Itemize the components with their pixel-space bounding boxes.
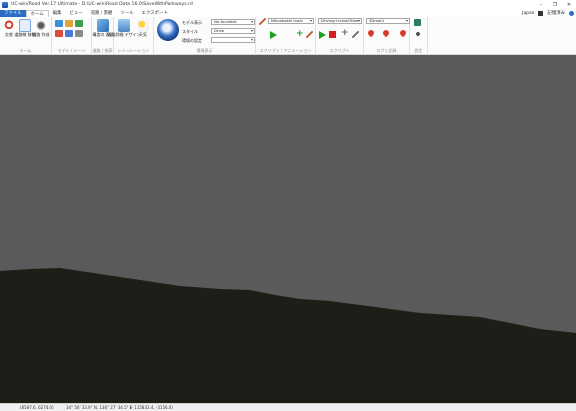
location-pin-icon-2[interactable] <box>381 28 391 38</box>
status-elevation: (- 115833.4, -3156.0) <box>130 405 173 410</box>
move-road-button[interactable]: 道路線 移動 <box>14 19 36 37</box>
road-design-icon <box>118 19 130 32</box>
help-icon[interactable] <box>569 10 574 16</box>
chevron-down-icon: ▾ <box>250 37 253 42</box>
scenario-select[interactable]: Nihonbashi main ▾ <box>268 18 314 24</box>
add-script-icon[interactable]: + <box>341 29 349 38</box>
model-group-caption: モデル / シーン <box>57 48 86 53</box>
weather-button[interactable]: 天気 <box>135 19 151 37</box>
location-pin-icon[interactable] <box>366 28 376 38</box>
datalog-select[interactable]: 3Dmat1 ▾ <box>366 18 410 24</box>
user-label[interactable]: 記憶済み <box>547 10 565 16</box>
style-label: スタイル <box>182 29 198 34</box>
simulation-group-caption: シミュレーション <box>117 48 150 53</box>
datalog-group: 3Dmat1 ▾ ログと記録 <box>364 17 410 55</box>
book-icon[interactable] <box>414 19 421 26</box>
script-group: Driving+crashOther ▾ + スクリプト <box>316 17 364 55</box>
create-road-button[interactable]: 道路 作成 <box>32 19 50 37</box>
account-area: Japan 記憶済み <box>522 9 574 17</box>
pencil-icon[interactable] <box>259 18 266 25</box>
window-title: UC-win/Road Ver.17 Ultimate - D:\UC-win\… <box>11 2 193 7</box>
settings-group: 設定 <box>410 17 428 55</box>
add-icon[interactable]: + <box>296 30 304 39</box>
scenario-group-caption: スクリプト / アニメーション <box>259 48 312 53</box>
env-setting-select[interactable]: ▾ <box>211 37 255 43</box>
tree-icon[interactable] <box>75 20 83 27</box>
simulation-group: 道路詳細 デザイン 天気 シミュレーション <box>107 17 154 55</box>
structure-icon <box>97 19 109 32</box>
environment-group: モデル表示 スタイル 環境の設定 No Accident ▾ Drive ▾ ▾ 環… <box>154 17 256 55</box>
stop-icon[interactable] <box>329 31 336 38</box>
model-icon[interactable] <box>55 20 63 27</box>
tab-home[interactable]: ホーム <box>25 10 49 17</box>
chevron-down-icon: ▾ <box>357 18 360 23</box>
chevron-down-icon: ▾ <box>309 18 312 23</box>
style-select[interactable]: Drive ▾ <box>211 28 255 34</box>
tab-road-scene[interactable]: 道路 / 景観 <box>87 10 117 17</box>
sign-icon[interactable] <box>55 30 63 37</box>
chevron-down-icon: ▾ <box>405 18 408 23</box>
chevron-down-icon: ▾ <box>250 19 253 24</box>
road-design-button[interactable]: 道路詳細 デザイン <box>107 19 141 37</box>
bridge-icon[interactable] <box>75 30 83 37</box>
close-button[interactable]: ✕ <box>562 0 576 9</box>
model-display-select[interactable]: No Accident ▾ <box>211 19 255 25</box>
cursor-icon <box>19 19 31 32</box>
script-group-caption: スクリプト <box>329 48 350 53</box>
view-group-caption: 道路 / 地表 <box>92 48 113 53</box>
ribbon-tabs: ファイル ホーム 編集 ビュー 道路 / 景観 ツール エクスポート Japan… <box>0 9 576 17</box>
env-setting-label: 環境の設定 <box>182 38 202 43</box>
account-icon[interactable] <box>538 10 544 16</box>
model-display-label: モデル表示 <box>182 20 202 25</box>
location-pin-icon-3[interactable] <box>398 28 408 38</box>
app-icon <box>2 1 8 8</box>
ribbon: 交差 道路線 移動 道路 作成 ホーム モデル / シーン 構造の 表示 道路 … <box>0 17 576 55</box>
minimize-button[interactable]: – <box>534 0 548 9</box>
gear-icon[interactable] <box>414 30 422 38</box>
status-coords: (8587.6, 6274.0) <box>20 405 54 410</box>
sun-icon <box>137 19 149 32</box>
scenario-group: Nihonbashi main ▾ + スクリプト / アニメーション <box>256 17 316 55</box>
home-group: 交差 道路線 移動 道路 作成 ホーム <box>0 17 52 55</box>
tab-file[interactable]: ファイル <box>0 10 26 17</box>
datalog-group-caption: ログと記録 <box>376 48 397 53</box>
intersection-icon <box>3 19 15 32</box>
tab-edit[interactable]: 編集 <box>49 10 66 17</box>
3d-viewport[interactable] <box>0 55 576 403</box>
chevron-down-icon: ▾ <box>250 28 253 33</box>
play-icon[interactable] <box>270 31 277 39</box>
title-bar: UC-win/Road Ver.17 Ultimate - D:\UC-win\… <box>0 0 576 9</box>
language-label[interactable]: Japan <box>522 11 534 16</box>
status-latlon: 34° 56' 33.9" N, 136° 27' 34.5" E <box>66 405 133 410</box>
script-select[interactable]: Driving+crashOther ▾ <box>318 18 362 24</box>
building-icon[interactable] <box>65 30 73 37</box>
status-bar: (8587.6, 6274.0) 34° 56' 33.9" N, 136° 2… <box>0 403 576 411</box>
tab-export[interactable]: エクスポート <box>138 10 172 17</box>
compass-icon[interactable] <box>157 19 179 41</box>
edit-icon[interactable] <box>306 31 313 38</box>
home-group-caption: ホーム <box>19 48 32 53</box>
settings-group-caption: 設定 <box>414 48 423 53</box>
model-group: モデル / シーン <box>52 17 92 55</box>
terrain-icon[interactable] <box>65 20 73 27</box>
play-script-icon[interactable] <box>319 31 326 39</box>
tab-tools[interactable]: ツール <box>116 10 137 17</box>
edit-script-icon[interactable] <box>352 31 359 38</box>
maximize-button[interactable]: ❐ <box>548 0 562 9</box>
tab-view[interactable]: ビュー <box>65 10 86 17</box>
steering-wheel-icon <box>35 19 47 32</box>
environment-group-caption: 環境表示 <box>196 48 213 53</box>
scene-canvas[interactable] <box>0 55 576 403</box>
window-controls: – ❐ ✕ <box>534 0 576 9</box>
